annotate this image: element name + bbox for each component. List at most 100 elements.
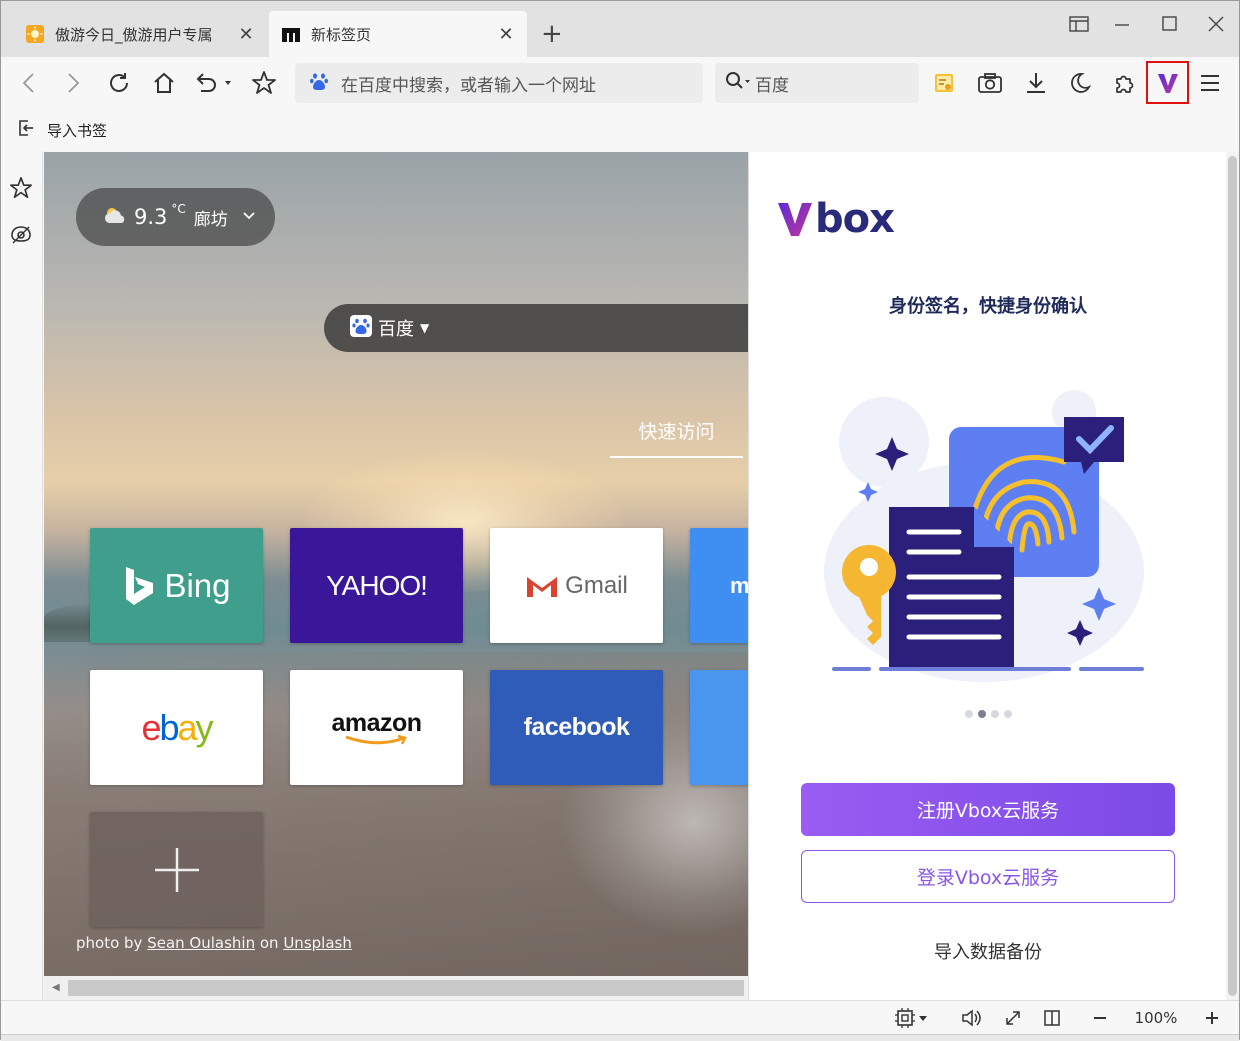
- forward-icon[interactable]: [59, 69, 87, 97]
- new-tab-page: 9.3 °C 廊坊 百度 ▼ 快速访问 Bing YAHOO! Gmail m …: [44, 152, 748, 976]
- tile-partial-m[interactable]: m: [690, 528, 748, 643]
- minimize-icon[interactable]: [1113, 15, 1131, 38]
- window-close-icon[interactable]: [1207, 15, 1225, 38]
- back-icon[interactable]: [15, 69, 43, 97]
- page-search-bar[interactable]: 百度 ▼: [324, 304, 748, 352]
- carousel-dot[interactable]: [964, 710, 973, 718]
- scroll-left-icon[interactable]: ◀: [52, 982, 60, 993]
- tile-label: m: [730, 572, 748, 598]
- cpu-settings-icon[interactable]: [894, 1008, 930, 1028]
- panel-slogan: 身份签名，快捷身份确认: [889, 296, 1087, 317]
- tab-maxthon-today[interactable]: 傲游今日_傲游用户专属 ✕: [13, 11, 267, 57]
- amazon-smile-icon: [344, 734, 407, 745]
- partly-cloudy-icon: [102, 205, 128, 229]
- maxthon-favicon-icon: [281, 24, 301, 44]
- bookmarks-bar: 导入书签: [1, 109, 1239, 151]
- tile-ebay[interactable]: ebay: [90, 670, 263, 785]
- speaker-icon[interactable]: [961, 1008, 983, 1028]
- navigation-toolbar: 在百度中搜索，或者输入一个网址 百度: [1, 57, 1239, 109]
- credit-middle: on: [255, 934, 284, 952]
- screenshot-camera-icon[interactable]: [976, 69, 1004, 97]
- tab-new-tab[interactable]: 新标签页 ✕: [269, 11, 527, 57]
- home-icon[interactable]: [150, 69, 178, 97]
- tile-partial-blue[interactable]: [690, 670, 748, 785]
- tab-quick-access[interactable]: 快速访问: [610, 417, 743, 458]
- favorite-star-icon[interactable]: [250, 69, 278, 97]
- horizontal-scrollbar[interactable]: ◀: [44, 976, 748, 1000]
- tile-amazon[interactable]: amazon: [290, 670, 463, 785]
- zoom-out-icon[interactable]: [1091, 1008, 1109, 1028]
- carousel-dot-active[interactable]: [977, 710, 986, 718]
- tile-label: Bing: [164, 566, 231, 604]
- tile-yahoo[interactable]: YAHOO!: [290, 528, 463, 643]
- menu-icon[interactable]: [1196, 69, 1224, 97]
- weather-unit: °C: [171, 202, 186, 216]
- window-layout-icon[interactable]: [1069, 15, 1089, 38]
- address-placeholder: 在百度中搜索，或者输入一个网址: [341, 75, 596, 96]
- new-tab-button[interactable]: +: [541, 19, 563, 49]
- fullscreen-icon[interactable]: [1003, 1008, 1023, 1028]
- active-tab-underline: [610, 456, 743, 458]
- panel-scrollbar-thumb[interactable]: [1228, 156, 1237, 996]
- maximize-icon[interactable]: [1161, 15, 1179, 38]
- caret-down-icon[interactable]: ▼: [420, 321, 429, 335]
- import-bookmarks-icon[interactable]: [17, 119, 35, 141]
- vbox-brand: box: [777, 196, 895, 242]
- favorites-star-icon[interactable]: [8, 175, 34, 201]
- address-bar[interactable]: 在百度中搜索，或者输入一个网址: [295, 63, 703, 103]
- download-icon[interactable]: [1022, 69, 1050, 97]
- weather-city: 廊坊: [193, 209, 228, 230]
- tab-title: 傲游今日_傲游用户专属: [55, 25, 213, 44]
- browser-window: 傲游今日_傲游用户专属 ✕ 新标签页 ✕ + 在百度中搜索，或者输入一个网址 百…: [0, 0, 1240, 1041]
- notes-icon[interactable]: [930, 69, 958, 97]
- panel-scrollbar[interactable]: [1226, 152, 1239, 1000]
- import-bookmarks-link[interactable]: 导入书签: [47, 120, 107, 141]
- chevron-down-icon[interactable]: [242, 209, 256, 225]
- gmail-logo-icon: [527, 576, 558, 597]
- vbox-logo-icon: [778, 203, 812, 236]
- brand-wordmark: box: [815, 196, 895, 242]
- baidu-paw-icon: [309, 71, 329, 96]
- login-button[interactable]: 登录Vbox云服务: [801, 850, 1175, 903]
- add-tile-button[interactable]: [90, 812, 263, 927]
- carousel-dot[interactable]: [990, 710, 999, 718]
- identity-illustration: [824, 390, 1144, 682]
- bing-logo-icon: [126, 566, 154, 605]
- tab-title: 新标签页: [311, 25, 372, 44]
- sun-favicon-icon: [25, 24, 45, 44]
- tile-gmail[interactable]: Gmail: [490, 528, 663, 643]
- baidu-paw-icon: [350, 314, 372, 342]
- close-icon[interactable]: ✕: [235, 24, 257, 45]
- quick-access-label: 快速访问: [638, 421, 715, 443]
- carousel-dots: [749, 710, 1227, 718]
- extensions-puzzle-icon[interactable]: [1111, 69, 1139, 97]
- zoom-level: 100%: [1134, 1009, 1178, 1027]
- import-backup-link[interactable]: 导入数据备份: [749, 938, 1227, 964]
- carousel-dot[interactable]: [1003, 710, 1012, 718]
- credit-prefix: photo by: [76, 934, 148, 952]
- register-button[interactable]: 注册Vbox云服务: [801, 783, 1175, 836]
- sidebar-strip: [1, 151, 43, 1001]
- weather-widget[interactable]: 9.3 °C 廊坊: [76, 188, 275, 246]
- reload-icon[interactable]: [105, 69, 133, 97]
- search-box[interactable]: 百度: [715, 63, 919, 103]
- tile-label: YAHOO!: [326, 569, 428, 601]
- tile-bing[interactable]: Bing: [90, 528, 263, 643]
- sidebar-app-icon[interactable]: [8, 222, 34, 248]
- vbox-extension-button[interactable]: [1146, 61, 1189, 104]
- photo-credit: photo by Sean Oulashin on Unsplash: [76, 934, 352, 952]
- credit-author-link[interactable]: Sean Oulashin: [147, 934, 255, 952]
- search-engine-selector[interactable]: 百度: [378, 315, 414, 341]
- close-icon[interactable]: ✕: [495, 24, 517, 45]
- vbox-logo-icon: [1157, 73, 1178, 93]
- tile-facebook[interactable]: facebook: [490, 670, 663, 785]
- scrollbar-thumb[interactable]: [68, 980, 744, 996]
- zoom-in-icon[interactable]: [1203, 1008, 1221, 1028]
- night-mode-icon[interactable]: [1066, 69, 1094, 97]
- split-view-icon[interactable]: [1042, 1008, 1062, 1028]
- tile-label: facebook: [523, 713, 630, 741]
- undo-close-tab-icon[interactable]: [193, 69, 233, 97]
- plus-icon: [154, 847, 199, 892]
- weather-temperature: 9.3: [134, 205, 168, 229]
- credit-site-link[interactable]: Unsplash: [283, 934, 352, 952]
